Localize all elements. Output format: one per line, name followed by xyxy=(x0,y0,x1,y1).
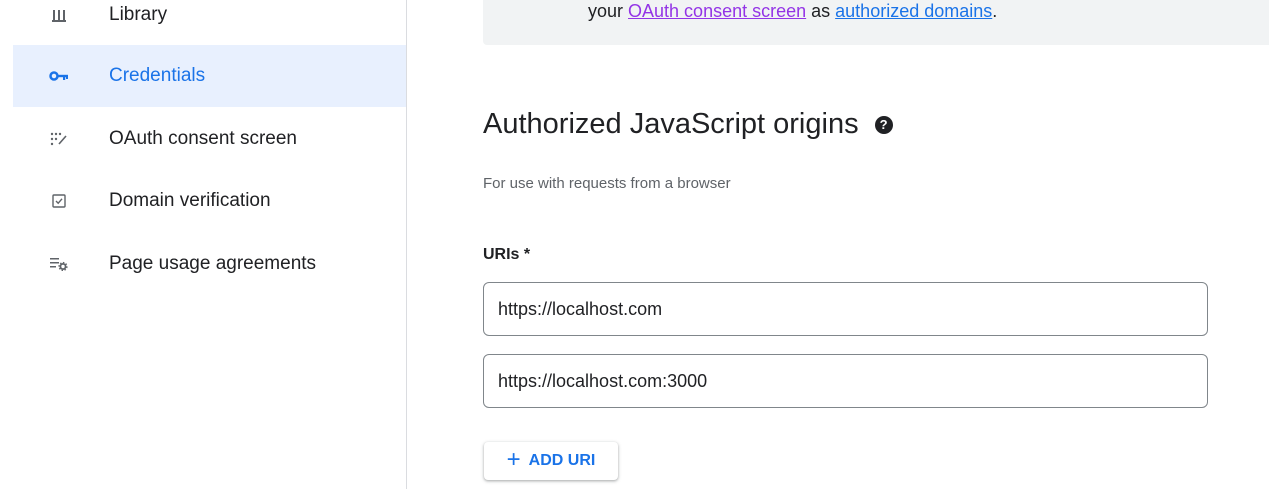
notice-middle: as xyxy=(806,1,836,21)
uri-input-1[interactable] xyxy=(483,282,1208,336)
sidebar-item-label: Page usage agreements xyxy=(109,253,317,274)
sidebar-item-credentials[interactable]: Credentials xyxy=(13,45,406,107)
sidebar-item-oauth-consent[interactable]: OAuth consent screen xyxy=(13,108,406,170)
sidebar: Library Credentials OAuth consent screen… xyxy=(0,0,407,489)
add-uri-button[interactable]: + ADD URI xyxy=(484,442,618,480)
add-uri-label: ADD URI xyxy=(528,452,596,469)
help-icon[interactable]: ? xyxy=(874,115,893,134)
sidebar-item-label: Domain verification xyxy=(109,190,271,211)
sidebar-item-library[interactable]: Library xyxy=(13,0,406,46)
info-notice: your OAuth consent screen as authorized … xyxy=(483,0,1269,45)
section-title: Authorized JavaScript origins ? xyxy=(483,108,893,141)
sidebar-item-domain-verification[interactable]: Domain verification xyxy=(13,170,406,232)
plus-icon: + xyxy=(506,446,521,473)
section-title-text: Authorized JavaScript origins xyxy=(483,108,859,140)
sidebar-item-label: Credentials xyxy=(109,65,206,86)
section-description: For use with requests from a browser xyxy=(483,175,731,192)
sidebar-item-label: Library xyxy=(109,4,168,25)
uris-label: URIs * xyxy=(483,246,531,263)
consent-icon xyxy=(49,129,69,149)
list-settings-icon xyxy=(49,254,69,274)
checkbox-icon xyxy=(49,191,69,211)
authorized-domains-link[interactable]: authorized domains xyxy=(835,1,992,21)
notice-text: your OAuth consent screen as authorized … xyxy=(588,1,997,22)
sidebar-item-label: OAuth consent screen xyxy=(109,128,297,149)
notice-prefix: your xyxy=(588,1,629,21)
library-icon xyxy=(49,5,69,25)
sidebar-item-page-usage-agreements[interactable]: Page usage agreements xyxy=(13,233,406,295)
notice-suffix: . xyxy=(992,1,998,21)
key-icon xyxy=(49,66,69,86)
uri-input-2[interactable] xyxy=(483,354,1208,408)
oauth-consent-screen-link[interactable]: OAuth consent screen xyxy=(628,1,806,21)
